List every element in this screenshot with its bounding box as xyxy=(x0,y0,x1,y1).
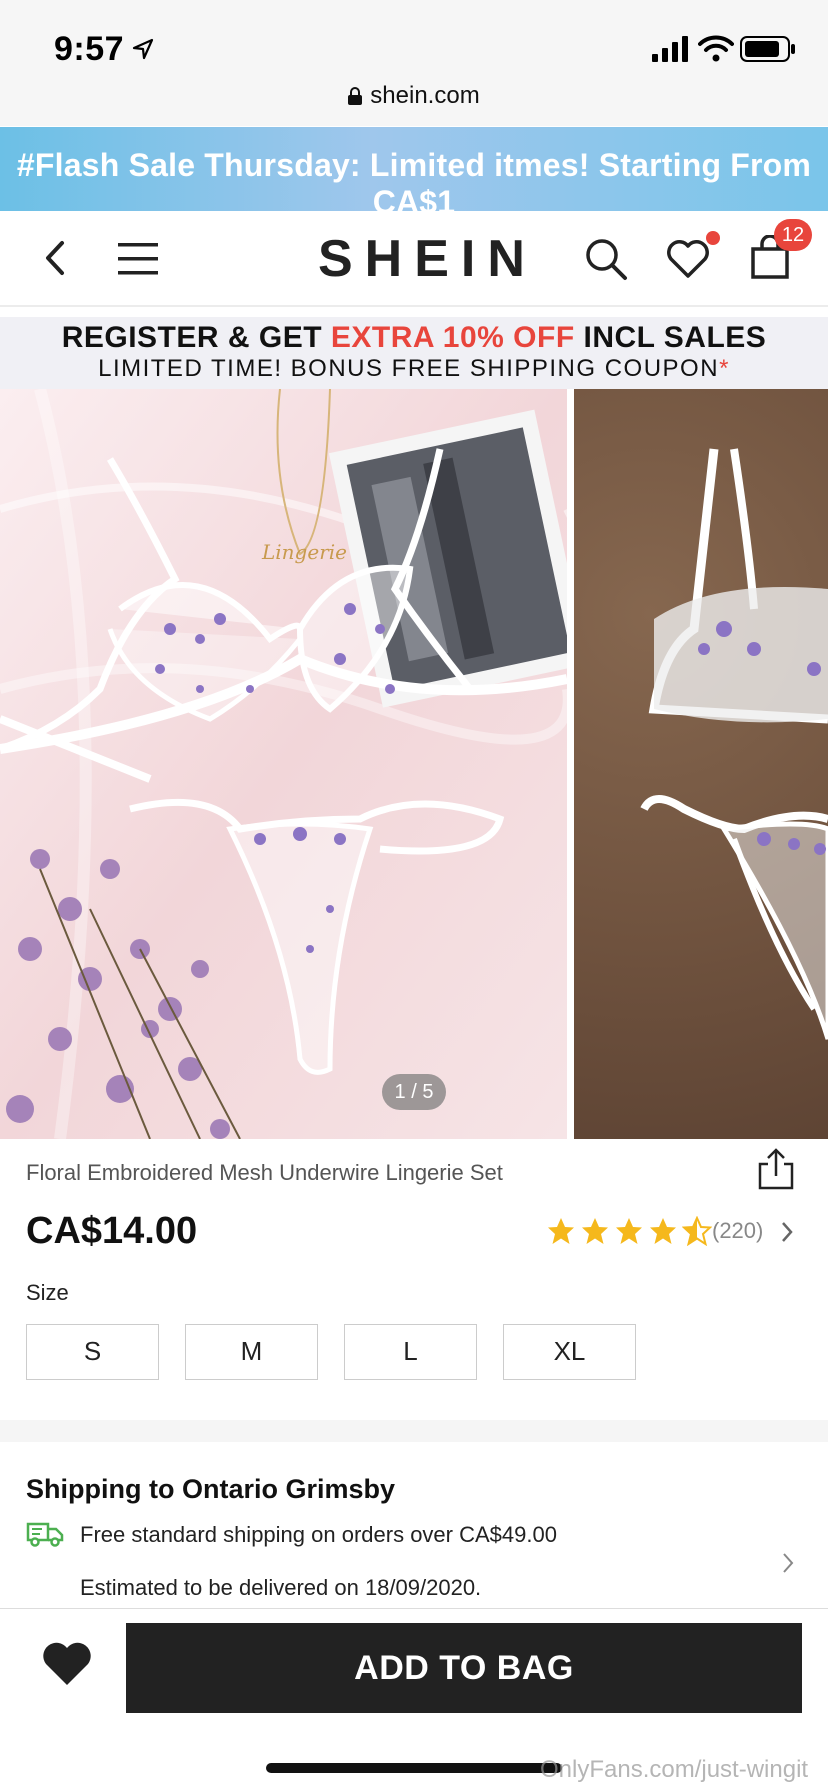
chevron-right-icon[interactable] xyxy=(780,1220,794,1244)
register-asterisk: * xyxy=(719,355,730,382)
register-subline-text: LIMITED TIME! BONUS FREE SHIPPING COUPON xyxy=(98,355,720,382)
chevron-right-icon[interactable] xyxy=(782,1552,794,1574)
product-image-1[interactable]: Lingerie 1 / 5 xyxy=(0,389,567,1139)
add-to-bag-button[interactable]: ADD TO BAG xyxy=(126,1623,802,1713)
shein-logo[interactable]: SHEIN xyxy=(318,229,537,289)
battery-icon xyxy=(740,36,795,62)
flash-sale-banner[interactable]: #Flash Sale Thursday: Limited itmes! Sta… xyxy=(0,127,828,220)
rating-stars[interactable] xyxy=(546,1216,712,1246)
section-divider xyxy=(0,1420,828,1442)
heart-icon[interactable] xyxy=(666,239,710,279)
free-shipping-text: Free standard shipping on orders over CA… xyxy=(80,1522,557,1547)
svg-text:Lingerie: Lingerie xyxy=(261,540,347,564)
register-text-b: INCL SALES xyxy=(574,321,767,354)
size-option-m[interactable]: M xyxy=(185,1324,318,1380)
search-icon[interactable] xyxy=(584,237,628,281)
watermark: OnlyFans.com/just-wingit xyxy=(540,1756,809,1783)
rating-count[interactable]: (220) xyxy=(712,1218,763,1244)
product-price: CA$14.00 xyxy=(26,1210,198,1252)
delivery-estimate: Estimated to be delivered on 18/09/2020. xyxy=(80,1575,482,1600)
wifi-icon xyxy=(698,35,734,62)
register-headline: REGISTER & GET EXTRA 10% OFF INCL SALES xyxy=(0,321,828,355)
gallery-pager: 1 / 5 xyxy=(382,1074,446,1110)
product-image-gallery[interactable]: Lingerie 1 / 5 xyxy=(0,389,828,1139)
size-option-s[interactable]: S xyxy=(26,1324,159,1380)
status-time: 9:57 xyxy=(54,30,125,68)
product-photo-illustration-2 xyxy=(640,448,828,1040)
back-icon[interactable] xyxy=(40,237,74,279)
shipping-title: Shipping to Ontario Grimsby xyxy=(26,1474,396,1504)
star-icon xyxy=(650,1218,676,1244)
product-photo-illustration: Lingerie xyxy=(0,389,567,1139)
size-option-l[interactable]: L xyxy=(344,1324,477,1380)
star-half-icon xyxy=(682,1216,712,1246)
size-option-xl[interactable]: XL xyxy=(503,1324,636,1380)
register-subline: LIMITED TIME! BONUS FREE SHIPPING COUPON… xyxy=(0,355,828,383)
star-icon xyxy=(582,1218,608,1244)
signal-icon xyxy=(652,36,688,62)
location-arrow-icon xyxy=(132,38,154,60)
lock-icon xyxy=(348,87,363,105)
heart-filled-icon[interactable] xyxy=(42,1641,92,1687)
flash-sale-text: #Flash Sale Thursday: Limited itmes! Sta… xyxy=(16,147,812,220)
status-bar: 9:57 xyxy=(0,0,828,82)
cart-count-badge: 12 xyxy=(774,219,812,251)
product-title: Floral Embroidered Mesh Underwire Linger… xyxy=(26,1160,503,1185)
register-text-a: REGISTER & GET xyxy=(61,321,331,354)
url-text: shein.com xyxy=(370,82,480,109)
size-options: S M L XL xyxy=(26,1324,636,1380)
truck-icon xyxy=(26,1522,64,1547)
menu-icon[interactable] xyxy=(118,241,158,277)
star-icon xyxy=(616,1218,642,1244)
wishlist-notification-dot xyxy=(706,231,720,245)
product-image-2[interactable] xyxy=(574,389,828,1139)
star-icon xyxy=(548,1218,574,1244)
share-icon[interactable] xyxy=(756,1148,796,1190)
site-header: SHEIN 12 xyxy=(0,211,828,307)
register-promo-banner[interactable]: REGISTER & GET EXTRA 10% OFF INCL SALES … xyxy=(0,317,828,389)
bottom-action-bar: ADD TO BAG xyxy=(0,1608,828,1726)
address-bar[interactable]: shein.com xyxy=(0,82,828,126)
size-label: Size xyxy=(26,1280,69,1305)
register-text-discount: EXTRA 10% OFF xyxy=(330,321,575,354)
home-indicator[interactable] xyxy=(266,1763,562,1773)
